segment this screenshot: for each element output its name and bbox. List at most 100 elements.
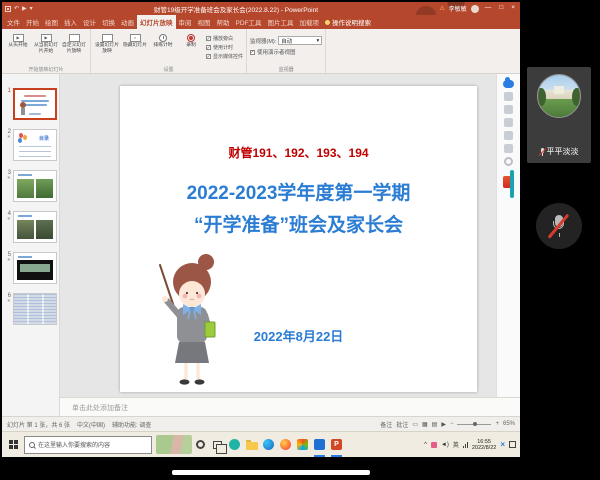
tool-icon[interactable] xyxy=(504,118,513,127)
tab-picture-tools[interactable]: 图片工具 xyxy=(265,15,297,29)
thumbnail-slide-4[interactable]: 4 ∗ xyxy=(3,211,57,243)
tell-me-search[interactable]: 操作说明搜索 xyxy=(322,15,374,29)
thumbnail-image[interactable] xyxy=(13,88,57,120)
tool-icon[interactable] xyxy=(504,92,513,101)
slide-class-list[interactable]: 财管191、192、193、194 xyxy=(120,144,477,161)
titlebar-controls: ⚠ 李敏敏 — □ × xyxy=(439,4,517,13)
use-timings-checkbox[interactable]: ✓ 使用计时 xyxy=(206,44,243,51)
tab-help[interactable]: 帮助 xyxy=(214,15,233,29)
current-slide[interactable]: 财管191、192、193、194 2022-2023学年度第一学期 “开学准备… xyxy=(120,86,477,392)
taskbar-clock[interactable]: 16:55 2022/8/22 xyxy=(472,439,496,451)
gear-icon[interactable] xyxy=(504,157,513,166)
scrollbar-thumb[interactable] xyxy=(510,170,514,198)
group-monitors: 监视器(M): 自动 ▾ ✓ 使用演示者视图 监视器 xyxy=(247,29,326,73)
thumbnail-image[interactable] xyxy=(13,211,57,243)
account-name[interactable]: 李敏敏 xyxy=(449,4,467,13)
tab-view[interactable]: 视图 xyxy=(195,15,214,29)
start-slideshow-icon[interactable]: ▶ xyxy=(22,6,27,12)
comments-toggle-button[interactable]: 批注 xyxy=(396,420,408,429)
phone-app-button[interactable] xyxy=(226,433,243,457)
tab-review[interactable]: 审阅 xyxy=(176,15,195,29)
zoom-in-button[interactable]: + xyxy=(495,421,499,427)
slideshow-view-icon[interactable]: ▶ xyxy=(441,421,446,428)
slide-title-line1[interactable]: 2022-2023学年度第一学期 xyxy=(120,178,477,205)
notes-pane[interactable]: 单击此处添加备注 xyxy=(60,397,520,416)
from-beginning-button[interactable]: ▶ 从头开始 xyxy=(5,32,31,65)
tray-expand-caret[interactable]: ^ xyxy=(424,442,427,448)
zoom-out-button[interactable]: − xyxy=(450,421,454,427)
photos-app-button[interactable] xyxy=(294,433,311,457)
custom-slideshow-button[interactable]: 自定义幻灯片放映 xyxy=(61,32,87,65)
setup-slideshow-button[interactable]: 设置幻灯片放映 xyxy=(94,32,120,65)
thumbnail-image[interactable]: 目录 xyxy=(13,129,57,161)
tool-icon[interactable] xyxy=(504,144,513,153)
tab-home[interactable]: 开始 xyxy=(23,15,42,29)
normal-view-icon[interactable]: ▭ xyxy=(412,421,418,428)
zoom-slider[interactable] xyxy=(457,424,491,425)
tab-design[interactable]: 设计 xyxy=(80,15,99,29)
restore-button[interactable]: □ xyxy=(497,5,505,12)
cloud-sync-icon[interactable] xyxy=(503,80,514,88)
notes-toggle-button[interactable]: 备注 xyxy=(380,420,392,429)
slide-canvas[interactable]: 财管191、192、193、194 2022-2023学年度第一学期 “开学准备… xyxy=(60,74,496,397)
microphone-mute-button[interactable] xyxy=(536,203,582,249)
presenter-view-checkbox[interactable]: ✓ 使用演示者视图 xyxy=(250,48,322,56)
rehearse-timings-button[interactable]: 排练计时 xyxy=(150,32,176,65)
account-avatar[interactable] xyxy=(471,5,479,13)
thumbnail-image[interactable] xyxy=(13,170,57,202)
cortana-button[interactable] xyxy=(192,433,209,457)
firefox-browser-button[interactable] xyxy=(277,433,294,457)
monitor-select[interactable]: 自动 ▾ xyxy=(278,36,322,45)
tab-file[interactable]: 文件 xyxy=(4,15,23,29)
undo-icon[interactable]: ↶ xyxy=(14,6,19,12)
tab-animations[interactable]: 动画 xyxy=(118,15,137,29)
slide-title-line2[interactable]: “开学准备”班会及家长会 xyxy=(120,210,477,237)
powerpoint-app-button[interactable]: P xyxy=(328,433,345,457)
file-explorer-button[interactable] xyxy=(243,433,260,457)
edge-browser-button[interactable] xyxy=(260,433,277,457)
tab-pdf-tools[interactable]: PDF工具 xyxy=(233,15,265,29)
firefox-icon xyxy=(280,439,291,450)
tray-app-icon[interactable] xyxy=(431,442,437,448)
save-icon[interactable] xyxy=(5,6,11,12)
search-icon xyxy=(29,442,35,448)
start-button[interactable] xyxy=(2,440,24,449)
tab-addins[interactable]: 加载项 xyxy=(297,15,323,29)
thumbnail-slide-3[interactable]: 3 ∗ xyxy=(3,170,57,202)
action-center-icon[interactable] xyxy=(509,441,516,448)
tool-icon[interactable] xyxy=(504,131,513,140)
record-button[interactable]: 录制 xyxy=(178,32,204,65)
thumbnail-image[interactable] xyxy=(13,252,57,284)
thumbnail-slide-5[interactable]: 5 ∗ xyxy=(3,252,57,284)
tray-butterfly-icon[interactable]: × xyxy=(500,440,505,449)
zoom-level[interactable]: 65% xyxy=(503,421,515,427)
thumbnail-slide-1[interactable]: 1 xyxy=(3,88,57,120)
hide-slide-button[interactable]: × 隐藏幻灯片 xyxy=(122,32,148,65)
bottom-handle[interactable] xyxy=(172,470,370,475)
thumbnail-slide-6[interactable]: 6 ∗ xyxy=(3,293,57,325)
thumbnail-slide-2[interactable]: 2 ∗ 目录 xyxy=(3,129,57,161)
ime-indicator[interactable]: 英 xyxy=(453,440,459,449)
meeting-app-button[interactable] xyxy=(311,433,328,457)
participant-tile[interactable]: 平平淡淡 xyxy=(527,67,591,163)
slide-sorter-view-icon[interactable]: ▦ xyxy=(422,421,428,428)
tab-draw[interactable]: 绘图 xyxy=(42,15,61,29)
tab-transitions[interactable]: 切换 xyxy=(99,15,118,29)
thumbnail-image[interactable] xyxy=(13,293,57,325)
task-view-button[interactable] xyxy=(209,433,226,457)
taskbar-search-input[interactable]: 在这里输入你要搜索的内容 xyxy=(24,436,152,454)
news-weather-widget[interactable] xyxy=(156,435,192,454)
tab-slideshow[interactable]: 幻灯片放映 xyxy=(137,15,176,29)
minimize-button[interactable]: — xyxy=(483,5,494,12)
network-icon[interactable] xyxy=(463,442,468,448)
speaker-icon[interactable]: ◄) xyxy=(441,442,449,448)
tool-icon[interactable] xyxy=(504,105,513,114)
from-current-slide-button[interactable]: ▶ 从当前幻灯片开始 xyxy=(33,32,59,65)
reading-view-icon[interactable]: ▤ xyxy=(432,421,438,428)
accessibility-status[interactable]: 辅助功能: 调查 xyxy=(112,420,151,429)
language-indicator[interactable]: 中文(中国) xyxy=(77,420,105,429)
close-button[interactable]: × xyxy=(509,5,517,12)
show-media-controls-checkbox[interactable]: ✓ 显示媒体控件 xyxy=(206,53,243,60)
play-narrations-checkbox[interactable]: ✓ 播放旁白 xyxy=(206,35,243,42)
tab-insert[interactable]: 插入 xyxy=(61,15,80,29)
